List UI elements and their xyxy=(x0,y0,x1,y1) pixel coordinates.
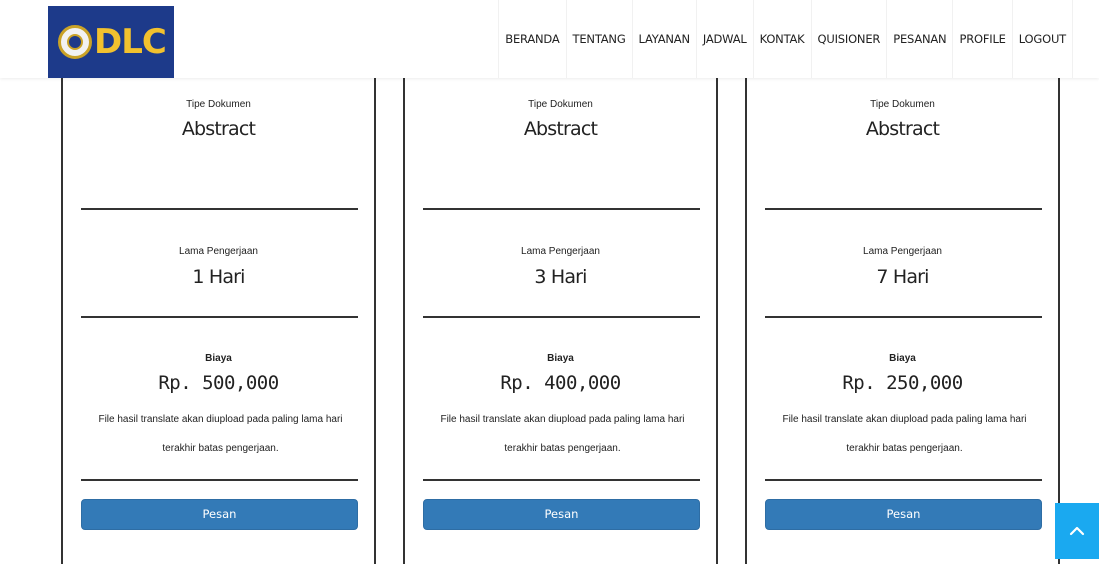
order-button[interactable]: Pesan xyxy=(81,499,358,530)
price-value: Rp. 250,000 xyxy=(842,372,963,394)
duration-value: 7 Hari xyxy=(876,266,929,288)
price-label: Biaya xyxy=(889,353,916,364)
nav-layanan[interactable]: LAYANAN xyxy=(631,0,696,78)
scroll-to-top-button[interactable] xyxy=(1055,503,1099,559)
price-label: Biaya xyxy=(547,353,574,364)
pricing-cards: Tipe Dokumen Abstract Lama Pengerjaan 1 … xyxy=(0,78,1099,564)
divider xyxy=(81,316,358,318)
pricing-card: Tipe Dokumen Abstract Lama Pengerjaan 3 … xyxy=(403,78,718,564)
logo-text: DLC xyxy=(94,22,167,62)
chevron-up-icon xyxy=(1069,526,1085,536)
price-label: Biaya xyxy=(205,353,232,364)
note-line-2: terakhir batas pengerjaan. xyxy=(162,443,279,454)
duration-value: 3 Hari xyxy=(534,266,587,288)
divider xyxy=(423,479,700,481)
order-button[interactable]: Pesan xyxy=(423,499,700,530)
divider xyxy=(423,208,700,210)
pricing-card: Tipe Dokumen Abstract Lama Pengerjaan 7 … xyxy=(745,78,1060,564)
nav-tentang[interactable]: TENTANG xyxy=(565,0,632,78)
navbar: DLC BERANDA TENTANG LAYANAN JADWAL KONTA… xyxy=(0,0,1099,78)
pricing-card: Tipe Dokumen Abstract Lama Pengerjaan 1 … xyxy=(61,78,376,564)
note-line-1: File hasil translate akan diupload pada … xyxy=(98,414,343,425)
nav-pesanan[interactable]: PESANAN xyxy=(886,0,952,78)
order-button[interactable]: Pesan xyxy=(765,499,1042,530)
main-nav: BERANDA TENTANG LAYANAN JADWAL KONTAK QU… xyxy=(498,0,1073,78)
divider xyxy=(81,208,358,210)
doc-type-label: Tipe Dokumen xyxy=(528,99,593,110)
logo[interactable]: DLC xyxy=(48,6,174,78)
nav-jadwal[interactable]: JADWAL xyxy=(695,0,753,78)
doc-type-value: Abstract xyxy=(523,118,598,140)
divider xyxy=(765,208,1042,210)
note-line-2: terakhir batas pengerjaan. xyxy=(504,443,621,454)
nav-beranda[interactable]: BERANDA xyxy=(498,0,565,78)
duration-label: Lama Pengerjaan xyxy=(863,246,942,257)
doc-type-label: Tipe Dokumen xyxy=(186,99,251,110)
price-value: Rp. 500,000 xyxy=(158,372,279,394)
divider xyxy=(423,316,700,318)
nav-quisioner[interactable]: QUISIONER xyxy=(810,0,887,78)
divider xyxy=(81,479,358,481)
divider xyxy=(765,479,1042,481)
divider xyxy=(765,316,1042,318)
duration-value: 1 Hari xyxy=(192,266,245,288)
logo-seal-icon xyxy=(58,25,92,59)
duration-label: Lama Pengerjaan xyxy=(521,246,600,257)
doc-type-value: Abstract xyxy=(865,118,940,140)
note-line-2: terakhir batas pengerjaan. xyxy=(846,443,963,454)
nav-kontak[interactable]: KONTAK xyxy=(752,0,811,78)
duration-label: Lama Pengerjaan xyxy=(179,246,258,257)
doc-type-label: Tipe Dokumen xyxy=(870,99,935,110)
price-value: Rp. 400,000 xyxy=(500,372,621,394)
nav-profile[interactable]: PROFILE xyxy=(952,0,1011,78)
note-line-1: File hasil translate akan diupload pada … xyxy=(782,414,1027,425)
nav-logout[interactable]: LOGOUT xyxy=(1011,0,1073,78)
doc-type-value: Abstract xyxy=(181,118,256,140)
note-line-1: File hasil translate akan diupload pada … xyxy=(440,414,685,425)
